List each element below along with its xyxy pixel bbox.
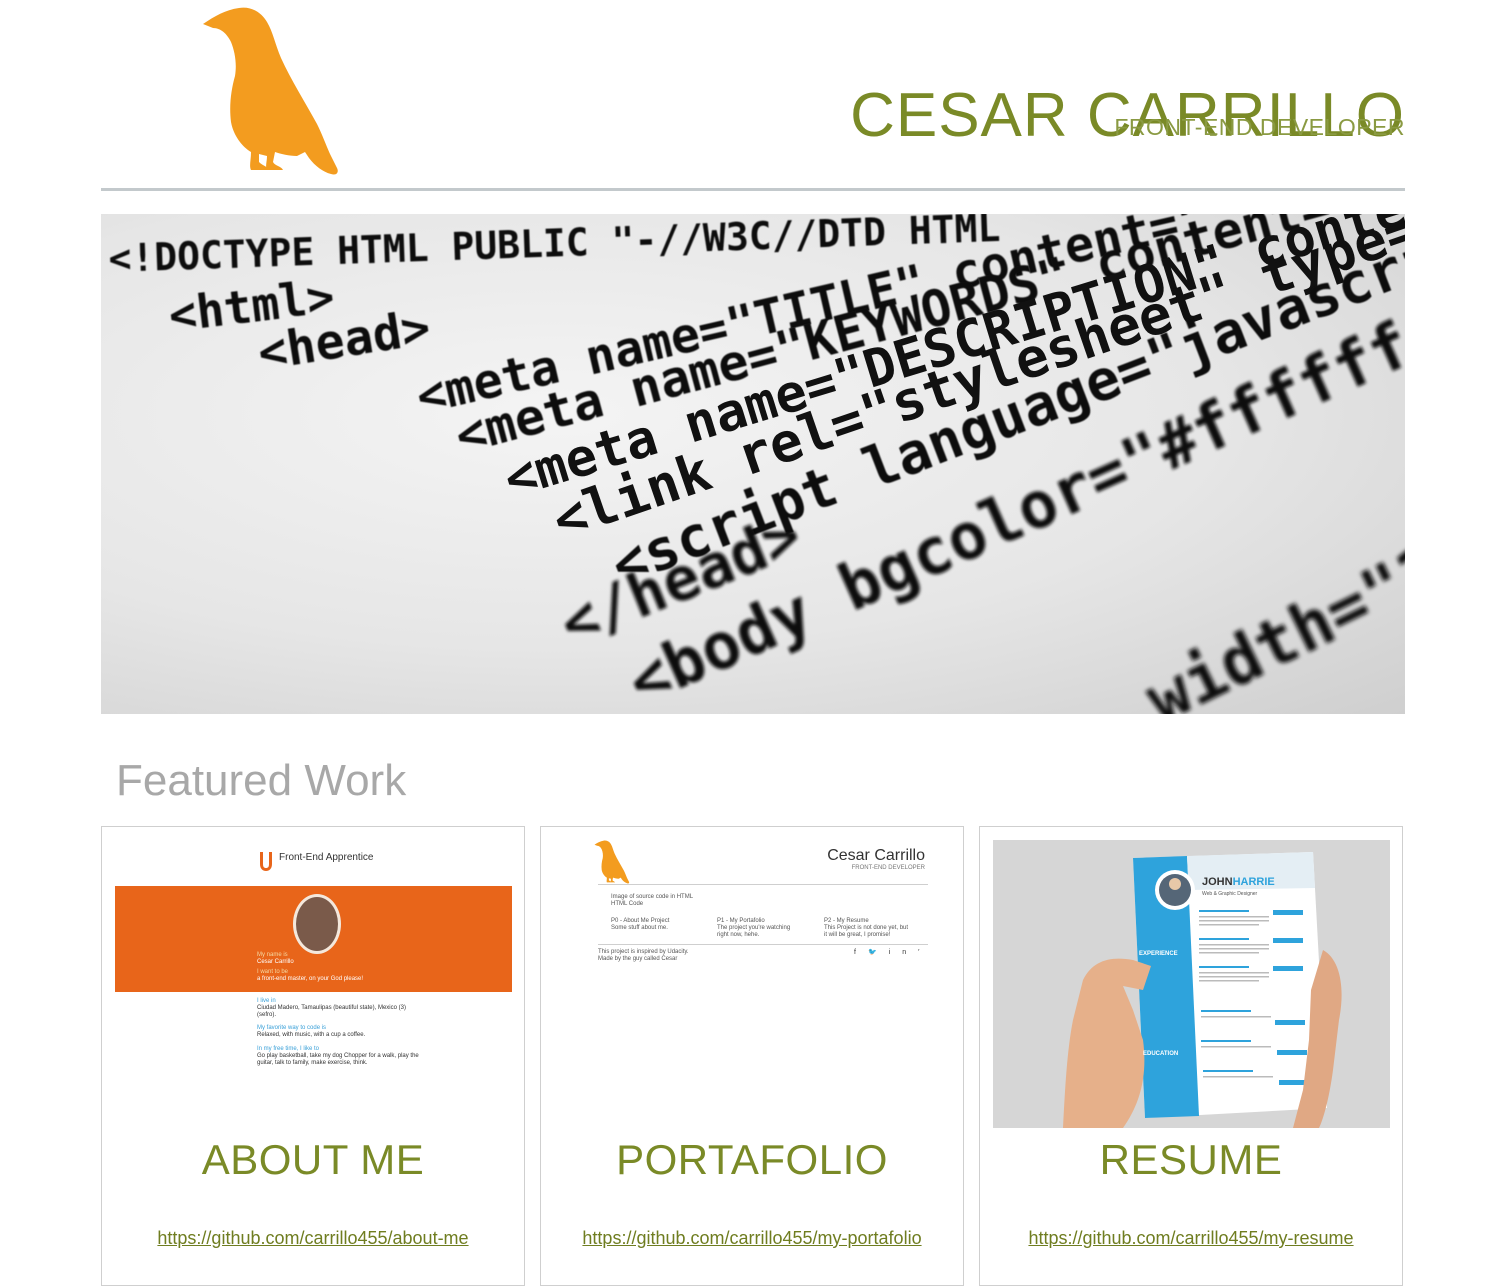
resume-education-label: EDUCATION [1143,1051,1179,1057]
hero-code-line-10: width="1 [1134,530,1405,714]
project-card-resume: JOHNHARRIE Web & Graphic Designer EXPERI… [979,826,1403,1286]
card-title: RESUME [1099,1136,1283,1183]
udacity-logo-icon [260,852,272,871]
site-role: FRONT-END DEVELOPER [1114,114,1405,140]
portfolio-line: P0 - About Me Project [611,918,670,924]
about-line: Cesar Carrillo [257,959,294,965]
raven-logo-icon [594,840,630,884]
portafolio-thumbnail[interactable]: Cesar Carrillo FRONT-END DEVELOPER Image… [554,840,951,1128]
header-divider [101,188,1405,191]
about-line: In my free time, I like to [257,1046,320,1052]
portfolio-line: P2 - My Resume [824,918,869,924]
resume-mockup-icon [1063,852,1342,1128]
card-title: PORTAFOLIO [616,1136,888,1183]
portfolio-mini-name: Cesar Carrillo [827,847,925,864]
about-me-thumbnail[interactable]: Front-End Apprentice My name is Cesar Ca… [115,840,512,1128]
about-line: Ciudad Madero, Tamaulipas (beautiful sta… [257,1005,406,1011]
portfolio-line: The project you're watching [717,925,791,931]
hero-image: <!DOCTYPE HTML PUBLIC "-//W3C//DTD HTML … [101,214,1405,714]
raven-logo-icon [203,7,338,175]
project-card-portafolio: Cesar Carrillo FRONT-END DEVELOPER Image… [540,826,964,1286]
resume-subtitle: Web & Graphic Designer [1202,891,1258,897]
portfolio-mini-divider [598,884,928,885]
portfolio-line: Image of source code in HTML [611,894,694,900]
portfolio-line: right now, hehe. [717,932,760,938]
portfolio-mini-role: FRONT-END DEVELOPER [851,865,925,871]
about-line: My favorite way to code is [257,1025,327,1031]
portfolio-footer-divider [598,944,928,945]
featured-work-heading: Featured Work [116,756,407,805]
portfolio-line: This Project is not done yet, but [824,925,909,931]
about-line: guitar, talk to family, make exercise, t… [257,1060,368,1066]
portfolio-line: This project is inspired by Udacity. [598,949,689,955]
portfolio-line: HTML Code [611,901,644,907]
about-line: Go play basketball, take my dog Chopper … [257,1053,419,1059]
project-card-about-me: Front-End Apprentice My name is Cesar Ca… [101,826,525,1286]
portafolio-repo-link[interactable]: https://github.com/carrillo455/my-portaf… [571,1227,933,1249]
about-brand: Front-End Apprentice [279,852,374,863]
about-line: I want to be [257,969,289,975]
portfolio-line: Some stuff about me. [611,925,668,931]
profile-avatar [293,894,341,954]
resume-thumbnail[interactable]: JOHNHARRIE Web & Graphic Designer EXPERI… [993,840,1390,1128]
about-line: Relaxed, with music, with a cup a coffee… [257,1032,366,1038]
card-title: ABOUT ME [201,1136,425,1183]
portfolio-line: Made by the guy called Cesar [598,956,678,962]
portfolio-line: P1 - My Portafolio [717,918,765,924]
social-icons: f🐦in′ [854,949,932,956]
about-line: My name is [257,952,288,958]
about-line: I live in [257,998,276,1004]
resume-repo-link[interactable]: https://github.com/carrillo455/my-resume [1010,1227,1372,1249]
portfolio-line: it will be great, I promise! [824,932,891,938]
resume-experience-label: EXPERIENCE [1139,951,1178,957]
resume-name: JOHNHARRIE [1202,876,1275,888]
site-header: CESAR CARRILLO FRONT-END DEVELOPER [101,0,1405,192]
about-me-repo-link[interactable]: https://github.com/carrillo455/about-me [132,1227,494,1249]
about-line: (sefro). [257,1012,277,1018]
about-line: a front-end master, on your God please! [257,976,364,982]
